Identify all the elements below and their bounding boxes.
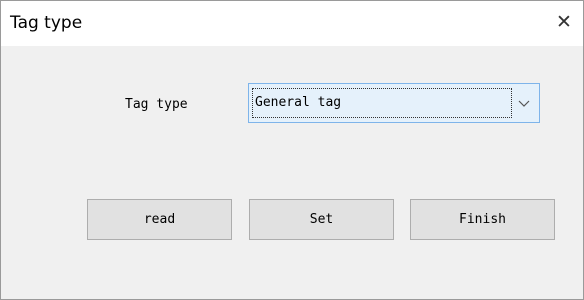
finish-button[interactable]: Finish	[410, 199, 555, 240]
set-button[interactable]: Set	[249, 199, 394, 240]
tag-type-dialog: Tag type ✕ Tag type General tag read Set…	[0, 0, 584, 300]
tag-type-label: Tag type	[125, 97, 188, 112]
chevron-down-icon[interactable]	[512, 88, 536, 118]
dialog-title: Tag type	[10, 13, 83, 33]
title-bar: Tag type ✕	[1, 1, 583, 46]
close-icon[interactable]: ✕	[551, 7, 577, 37]
tag-type-selected-value[interactable]: General tag	[252, 88, 512, 118]
tag-type-dropdown[interactable]: General tag	[248, 83, 540, 123]
read-button[interactable]: read	[87, 199, 232, 240]
